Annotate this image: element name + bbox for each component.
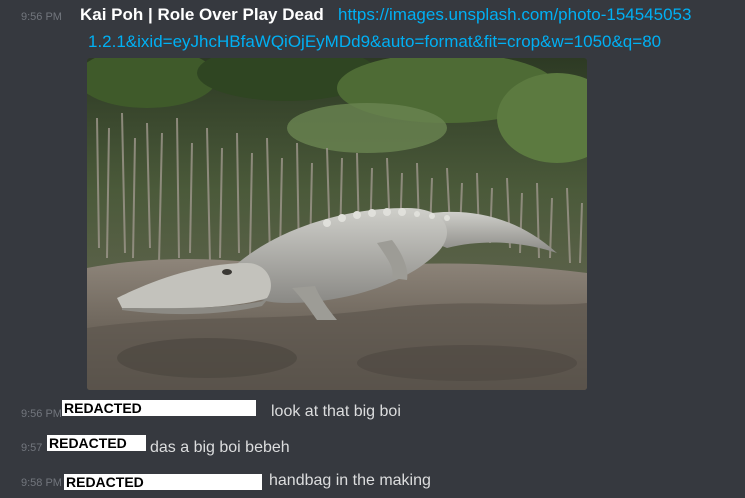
crocodile-photo — [87, 58, 587, 390]
redacted-author: REDACTED — [62, 400, 256, 416]
message-text: look at that big boi — [271, 403, 401, 420]
image-embed[interactable] — [87, 58, 587, 390]
message-author[interactable]: Kai Poh | Role Over Play Dead — [80, 5, 324, 25]
image-link-line-1[interactable]: https://images.unsplash.com/photo-154545… — [338, 5, 691, 25]
message-text: das a big boi bebeh — [150, 439, 290, 456]
message-timestamp: 9:56 PM — [21, 11, 62, 23]
message-timestamp: 9:58 PM — [21, 477, 62, 489]
message-timestamp: 9:57 — [21, 442, 43, 454]
message-text: handbag in the making — [269, 472, 431, 489]
redacted-author: REDACTED — [64, 474, 262, 490]
redacted-author: REDACTED — [47, 435, 146, 451]
message-timestamp: 9:56 PM — [21, 408, 62, 420]
image-link-line-2[interactable]: 1.2.1&ixid=eyJhcHBfaWQiOjEyMDd9&auto=for… — [88, 32, 661, 52]
